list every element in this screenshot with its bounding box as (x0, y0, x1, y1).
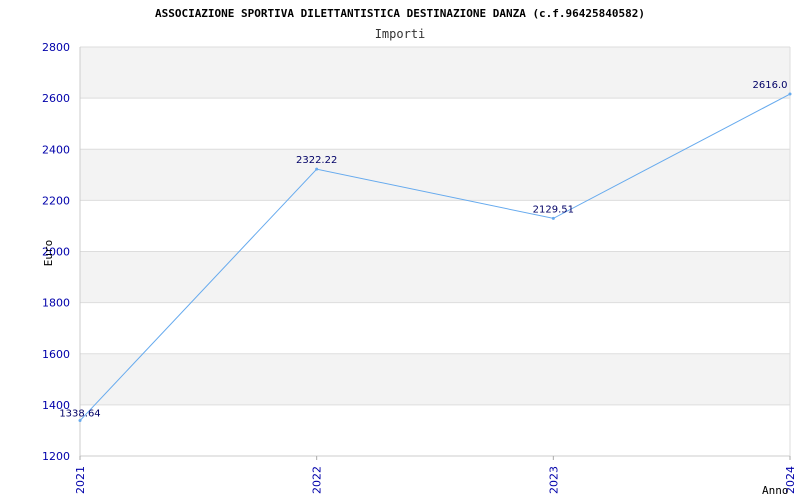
grid-band (80, 149, 790, 201)
data-label: 2616.0 (753, 80, 788, 91)
x-axis-label: Anno (762, 484, 789, 497)
grid-band (80, 404, 790, 456)
data-point (551, 216, 555, 220)
grid-band (80, 200, 790, 252)
x-tick-label: 2021 (74, 466, 87, 494)
grid-band (80, 251, 790, 303)
grid-band (80, 98, 790, 150)
data-label: 2129.51 (533, 204, 574, 215)
y-tick-label: 2400 (42, 143, 70, 156)
y-tick-label: 1400 (42, 399, 70, 412)
y-tick-label: 2600 (42, 92, 70, 105)
y-tick-label: 1800 (42, 297, 70, 310)
grid-band (80, 302, 790, 354)
y-tick-label: 1200 (42, 450, 70, 463)
data-point (788, 92, 792, 96)
chart-subtitle: Importi (375, 27, 426, 41)
y-tick-label: 2200 (42, 194, 70, 207)
x-tick-label: 2023 (547, 466, 560, 494)
y-tick-label: 1600 (42, 348, 70, 361)
y-tick-label: 2800 (42, 41, 70, 54)
data-point (315, 167, 319, 171)
x-tick-label: 2022 (311, 466, 324, 494)
line-chart: 1338.642322.222129.512616.0 120014001600… (42, 7, 797, 497)
chart-title: ASSOCIAZIONE SPORTIVA DILETTANTISTICA DE… (155, 7, 645, 20)
grid-band (80, 353, 790, 405)
grid-band (80, 47, 790, 99)
y-axis-label: Euro (42, 240, 55, 267)
data-label: 2322.22 (296, 155, 337, 166)
